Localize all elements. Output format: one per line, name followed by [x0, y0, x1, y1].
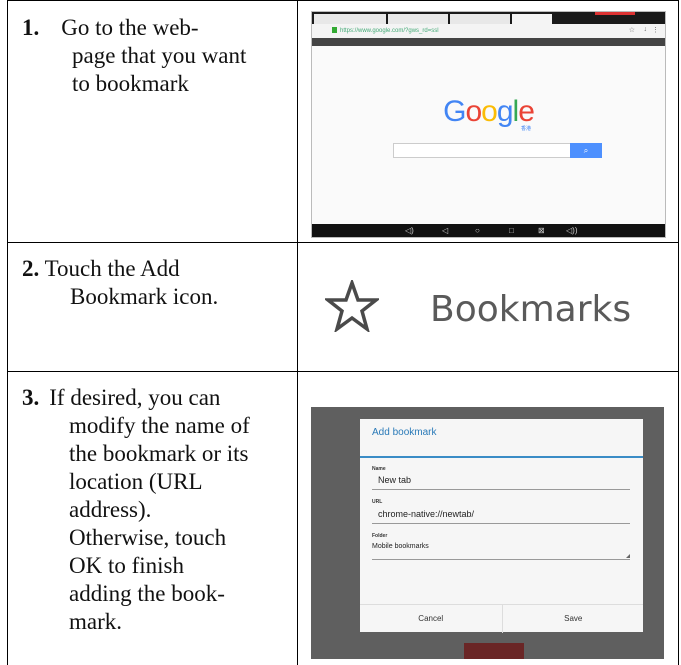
tab-strip — [312, 12, 665, 24]
logo-letter: o — [481, 95, 498, 128]
browser-tab — [314, 14, 386, 24]
step-line: page that you want — [72, 43, 247, 68]
name-field[interactable]: New tab — [378, 475, 411, 485]
background-element — [464, 643, 524, 659]
logo-letter: G — [443, 95, 466, 128]
address-url: https://www.google.com/?gws_rd=ssl — [340, 28, 439, 34]
step-2-text: 2. Touch the Add Bookmark icon. — [22, 255, 218, 311]
dialog-buttons: Cancel Save — [360, 604, 643, 633]
table-border-middle — [297, 0, 298, 665]
folder-underline — [372, 559, 630, 560]
step-line: mark. — [69, 609, 123, 634]
back-icon: ◁ — [442, 226, 449, 235]
recents-icon: □ — [509, 226, 514, 235]
logo-letter: o — [465, 95, 482, 128]
step-line: address). — [69, 497, 152, 522]
window-control — [595, 12, 635, 15]
star-icon — [325, 280, 379, 332]
logo-letter: g — [496, 95, 514, 128]
step-number: 1. — [22, 15, 40, 40]
step-line: OK to finish — [69, 553, 184, 578]
table-border-bottom-row1 — [7, 242, 679, 243]
step-line: Otherwise, touch — [69, 525, 227, 550]
menu-icon: ⋮ — [652, 27, 659, 34]
add-bookmark-dialog: Add bookmark Name New tab URL chrome-nat… — [360, 419, 643, 633]
volume-up-icon: ◁)) — [566, 226, 578, 235]
step-line: to bookmark — [72, 71, 189, 96]
name-underline — [372, 489, 630, 490]
star-icon: ☆ — [628, 27, 635, 34]
browser-tab — [450, 14, 510, 24]
step-1-text: 1. Go to the web- page that you want to b… — [22, 14, 246, 98]
step-line: location (URL — [69, 469, 203, 494]
dropdown-caret-icon[interactable] — [626, 554, 630, 558]
table-border-left — [7, 0, 8, 665]
step-line: If desired, you can — [49, 385, 221, 410]
table-border-bottom-row2 — [7, 371, 679, 372]
step-number: 2. — [22, 256, 40, 281]
url-field[interactable]: chrome-native://newtab/ — [378, 509, 474, 519]
dialog-title-divider — [360, 456, 643, 458]
volume-icon: ◁) — [405, 226, 414, 235]
url-underline — [372, 523, 630, 524]
step-line: adding the book- — [69, 581, 225, 606]
step-line: Go to the web- — [61, 15, 199, 40]
dialog-title: Add bookmark — [372, 427, 437, 438]
step-line: Bookmark icon. — [70, 284, 219, 309]
android-nav-bar: ◁) ◁ ○ □ ⊠ ◁)) — [312, 224, 665, 237]
folder-select[interactable]: Mobile bookmarks — [372, 543, 429, 550]
logo-sublabel: 香港 — [521, 126, 532, 132]
browser-screenshot: https://www.google.com/?gws_rd=ssl ☆ ↓ ⋮… — [311, 11, 666, 238]
browser-tab-active — [512, 14, 552, 24]
google-topbar — [312, 38, 665, 46]
step-line: the bookmark or its — [69, 441, 249, 466]
cancel-button[interactable]: Cancel — [360, 605, 502, 633]
google-logo: Google — [312, 95, 665, 129]
table-border-top — [7, 0, 679, 1]
url-label: URL — [372, 499, 383, 505]
browser-tab — [388, 14, 448, 24]
search-button: ⌕ — [570, 143, 602, 158]
step-3-text: 3. If desired, you can modify the name of… — [22, 384, 250, 636]
download-icon: ↓ — [643, 26, 648, 33]
step-line: modify the name of — [69, 413, 250, 438]
folder-label: Folder — [372, 533, 388, 539]
search-icon: ⌕ — [583, 146, 589, 155]
table-border-right — [678, 0, 679, 665]
step-number: 3. — [22, 385, 40, 410]
name-label: Name — [372, 466, 386, 472]
save-button[interactable]: Save — [501, 605, 645, 633]
address-bar: https://www.google.com/?gws_rd=ssl ☆ ↓ ⋮ — [312, 24, 665, 39]
step-line: Touch the Add — [44, 256, 180, 281]
home-icon: ○ — [475, 226, 480, 235]
add-bookmark-screenshot: Add bookmark Name New tab URL chrome-nat… — [311, 407, 664, 659]
logo-letter: e — [518, 95, 535, 128]
lock-icon — [332, 27, 337, 33]
screenshot-icon: ⊠ — [538, 226, 545, 235]
bookmarks-label: Bookmarks — [430, 289, 632, 330]
google-search-input — [393, 143, 572, 158]
